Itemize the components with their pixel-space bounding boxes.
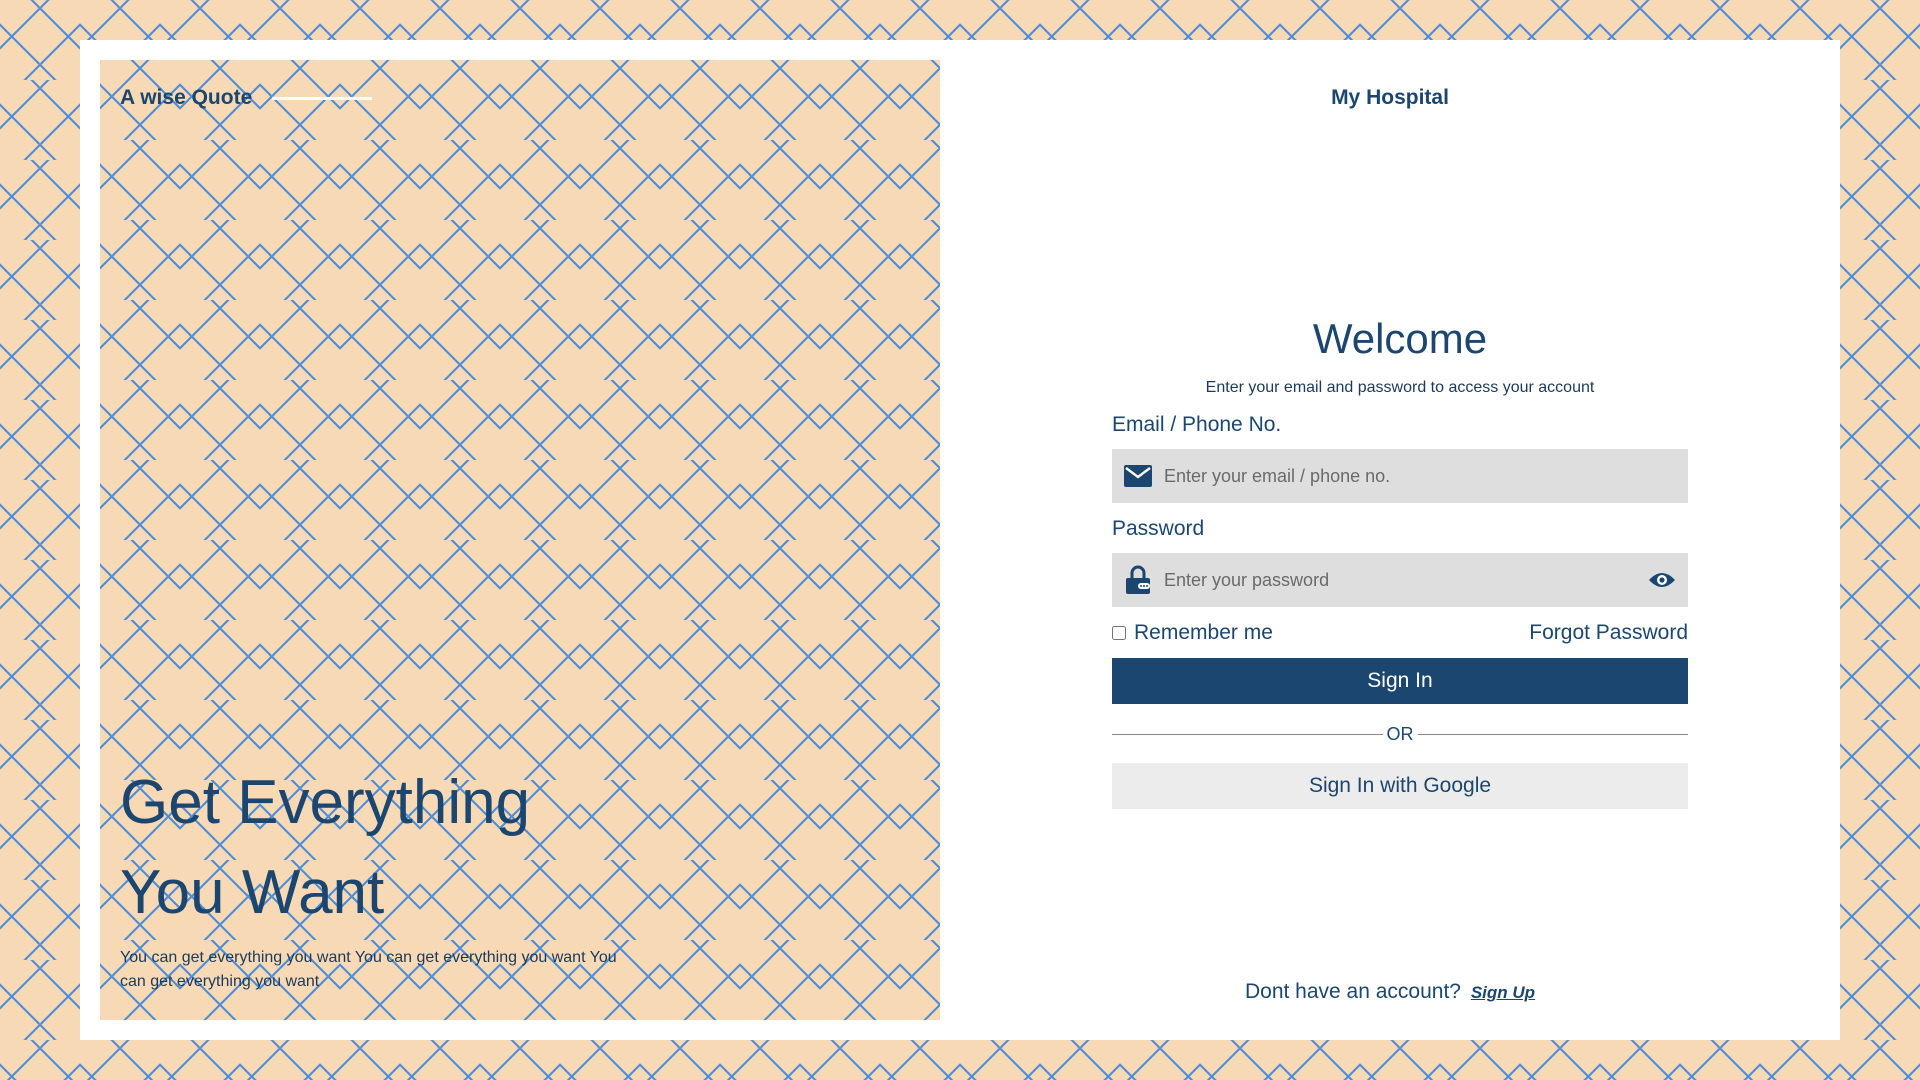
divider-line-right bbox=[1417, 734, 1688, 735]
login-panel: My Hospital Welcome Enter your email and… bbox=[940, 40, 1840, 1040]
remember-me-checkbox[interactable] bbox=[1112, 626, 1126, 640]
sign-up-link[interactable]: Sign Up bbox=[1471, 983, 1535, 1002]
envelope-icon bbox=[1124, 462, 1152, 490]
no-account-text: Dont have an account? bbox=[1244, 980, 1461, 1003]
hero-title-line-1: Get Everything bbox=[120, 768, 531, 837]
quote-header: A wise Quote bbox=[120, 86, 373, 110]
lock-icon bbox=[1124, 565, 1152, 594]
hero-section: Get Everything You Want You can get ever… bbox=[120, 758, 640, 994]
quote-underline bbox=[272, 96, 373, 100]
sign-in-button[interactable]: Sign In bbox=[1112, 658, 1688, 704]
divider-line-left bbox=[1112, 734, 1383, 735]
quote-panel: A wise Quote Get Everything You Want You… bbox=[100, 60, 940, 1020]
google-sign-in-button[interactable]: Sign In with Google bbox=[1112, 763, 1688, 809]
email-input[interactable] bbox=[1164, 449, 1676, 503]
quote-label: A wise Quote bbox=[120, 86, 253, 109]
email-field-wrapper bbox=[1112, 449, 1688, 503]
eye-icon[interactable] bbox=[1648, 566, 1676, 594]
password-label: Password bbox=[1112, 517, 1205, 540]
welcome-title: Welcome bbox=[1312, 315, 1488, 362]
forgot-password-link[interactable]: Forgot Password bbox=[1529, 621, 1688, 645]
hero-subtitle: You can get everything you want You can … bbox=[120, 949, 617, 990]
welcome-subtitle: Enter your email and password to access … bbox=[1205, 379, 1595, 396]
password-field-wrapper bbox=[1112, 553, 1688, 607]
remember-me-label: Remember me bbox=[1134, 621, 1273, 644]
brand-title: My Hospital bbox=[1331, 86, 1449, 109]
password-input[interactable] bbox=[1164, 553, 1648, 607]
or-divider: OR bbox=[1112, 724, 1688, 745]
or-label: OR bbox=[1386, 724, 1414, 744]
signup-prompt: Dont have an account? Sign Up bbox=[940, 980, 1840, 1004]
email-label: Email / Phone No. bbox=[1112, 413, 1282, 436]
remember-me[interactable]: Remember me bbox=[1112, 621, 1273, 645]
hero-title-line-2: You Want bbox=[120, 858, 385, 927]
login-card: A wise Quote Get Everything You Want You… bbox=[80, 40, 1840, 1040]
login-form: Welcome Enter your email and password to… bbox=[1112, 315, 1688, 809]
login-options: Remember me Forgot Password bbox=[1112, 621, 1688, 645]
